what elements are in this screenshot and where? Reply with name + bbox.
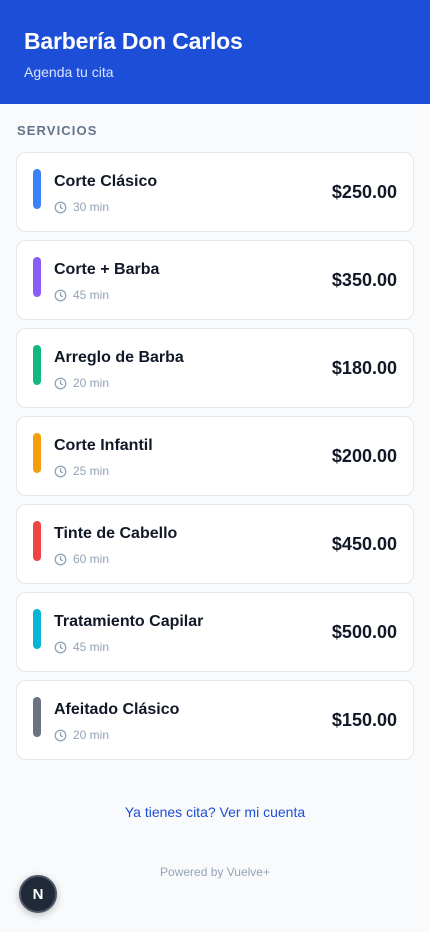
powered-by-text: Powered by Vuelve+: [160, 865, 270, 879]
service-name: Corte + Barba: [54, 261, 160, 278]
business-name: Barbería Don Carlos: [24, 28, 243, 54]
clock-icon: [54, 465, 67, 478]
service-accent-bar: [33, 257, 41, 297]
service-price: $250.00: [331, 182, 397, 202]
service-duration: 25 min: [54, 464, 109, 478]
service-duration: 45 min: [54, 288, 109, 302]
service-card[interactable]: Arreglo de Barba 20 min $180.00: [16, 328, 414, 408]
duration-text: 60 min: [73, 552, 110, 566]
service-duration: 60 min: [54, 552, 109, 566]
duration-text: 20 min: [73, 728, 110, 742]
service-card[interactable]: Tratamiento Capilar 45 min $500.00: [16, 592, 414, 672]
clock-icon: [54, 641, 67, 654]
service-duration: 30 min: [54, 200, 109, 214]
booking-page: Barbería Don Carlos Agenda tu cita SERVI…: [0, 0, 430, 932]
duration-text: 30 min: [73, 200, 110, 214]
dev-tools-badge[interactable]: N: [19, 875, 57, 913]
service-name: Corte Clásico: [54, 173, 158, 190]
app-header: Barbería Don Carlos Agenda tu cita: [0, 0, 430, 104]
service-name: Tinte de Cabello: [54, 525, 178, 542]
service-price: $180.00: [331, 358, 397, 378]
view-account-link[interactable]: Ya tienes cita? Ver mi cuenta: [0, 804, 430, 820]
service-price: $450.00: [331, 534, 397, 554]
service-accent-bar: [33, 433, 41, 473]
service-price: $350.00: [331, 270, 397, 290]
duration-text: 20 min: [73, 376, 110, 390]
service-card[interactable]: Afeitado Clásico 20 min $150.00: [16, 680, 414, 760]
service-duration: 45 min: [54, 640, 109, 654]
section-label-services: SERVICIOS: [17, 123, 98, 138]
service-accent-bar: [33, 521, 41, 561]
duration-text: 45 min: [73, 288, 110, 302]
service-card[interactable]: Corte Infantil 25 min $200.00: [16, 416, 414, 496]
clock-icon: [54, 201, 67, 214]
service-duration: 20 min: [54, 728, 109, 742]
service-accent-bar: [33, 697, 41, 737]
service-price: $200.00: [331, 446, 397, 466]
service-name: Tratamiento Capilar: [54, 613, 204, 630]
duration-text: 45 min: [73, 640, 110, 654]
clock-icon: [54, 289, 67, 302]
clock-icon: [54, 553, 67, 566]
service-price: $150.00: [331, 710, 397, 730]
service-price: $500.00: [331, 622, 397, 642]
service-duration: 20 min: [54, 376, 109, 390]
service-name: Arreglo de Barba: [54, 349, 184, 366]
service-accent-bar: [33, 169, 41, 209]
clock-icon: [54, 729, 67, 742]
service-card[interactable]: Corte + Barba 45 min $350.00: [16, 240, 414, 320]
service-card[interactable]: Corte Clásico 30 min $250.00: [16, 152, 414, 232]
service-accent-bar: [33, 345, 41, 385]
service-name: Afeitado Clásico: [54, 701, 180, 718]
clock-icon: [54, 377, 67, 390]
service-card[interactable]: Tinte de Cabello 60 min $450.00: [16, 504, 414, 584]
badge-letter: N: [32, 885, 44, 903]
header-subtitle: Agenda tu cita: [24, 64, 114, 80]
services-list: Corte Clásico 30 min $250.00 Corte + Barba 4…: [16, 152, 414, 768]
duration-text: 25 min: [73, 464, 110, 478]
service-name: Corte Infantil: [54, 437, 153, 454]
service-accent-bar: [33, 609, 41, 649]
